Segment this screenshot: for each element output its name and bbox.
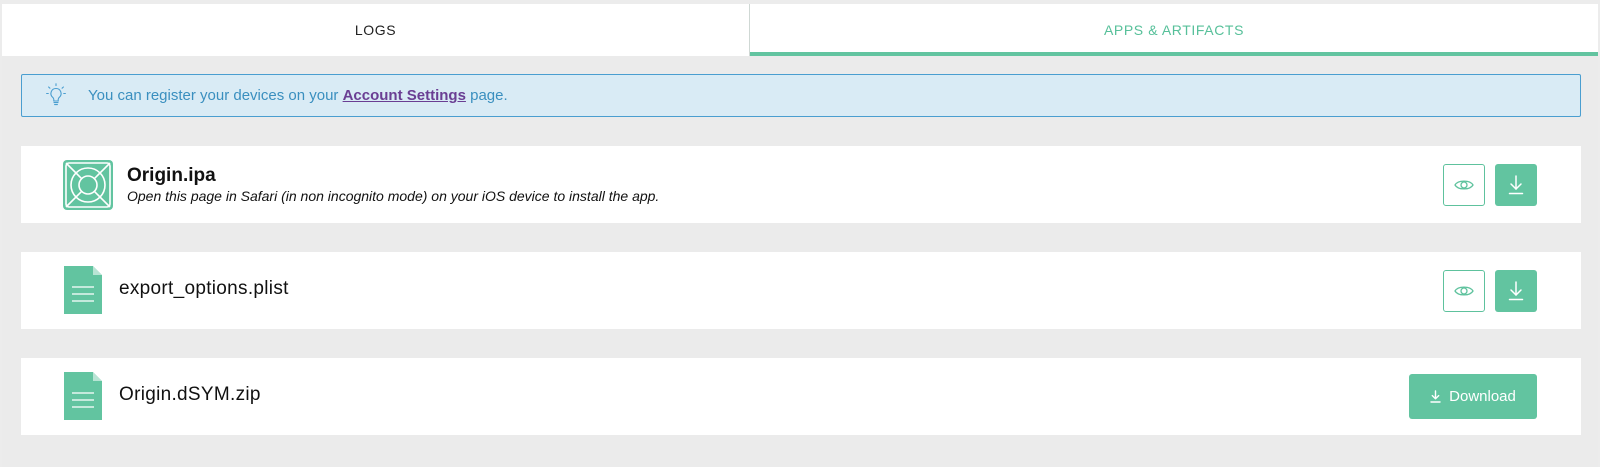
preview-button[interactable] <box>1443 164 1485 206</box>
notice-suffix: page. <box>465 87 508 104</box>
tab-apps-artifacts[interactable]: APPS & ARTIFACTS <box>750 4 1598 56</box>
eye-icon <box>1454 180 1474 190</box>
build-page: LOGS APPS & ARTIFACTS You can register y… <box>2 4 1598 467</box>
download-button[interactable]: Download <box>1409 374 1537 419</box>
download-icon <box>1508 281 1524 301</box>
account-settings-link[interactable]: Account Settings <box>343 87 466 104</box>
notice-prefix: You can register your devices on your <box>88 87 343 104</box>
file-icon <box>64 372 102 420</box>
download-button[interactable] <box>1495 164 1537 206</box>
artifact-row: Origin.dSYM.zip Download <box>21 358 1581 435</box>
artifact-name: Origin.dSYM.zip <box>119 384 261 405</box>
tab-logs[interactable]: LOGS <box>2 4 750 56</box>
download-button[interactable] <box>1495 270 1537 312</box>
artifact-row: Origin.ipa Open this page in Safari (in … <box>21 146 1581 223</box>
eye-icon <box>1454 286 1474 296</box>
artifact-description: Open this page in Safari (in non incogni… <box>127 188 660 204</box>
preview-button[interactable] <box>1443 270 1485 312</box>
lightbulb-icon <box>46 83 66 106</box>
ios-app-icon <box>63 160 113 210</box>
tab-logs-label: LOGS <box>354 22 397 38</box>
notice-text: You can register your devices on your Ac… <box>88 87 508 104</box>
file-icon <box>64 266 102 314</box>
info-notice: You can register your devices on your Ac… <box>21 74 1581 117</box>
download-label: Download <box>1449 388 1516 405</box>
artifact-name: Origin.ipa <box>127 165 216 186</box>
download-icon <box>1430 390 1441 403</box>
artifact-name: export_options.plist <box>119 278 289 299</box>
tab-apps-label: APPS & ARTIFACTS <box>1103 22 1245 38</box>
artifact-row: export_options.plist <box>21 252 1581 329</box>
tab-bar: LOGS APPS & ARTIFACTS <box>2 4 1598 56</box>
download-icon <box>1508 175 1524 195</box>
